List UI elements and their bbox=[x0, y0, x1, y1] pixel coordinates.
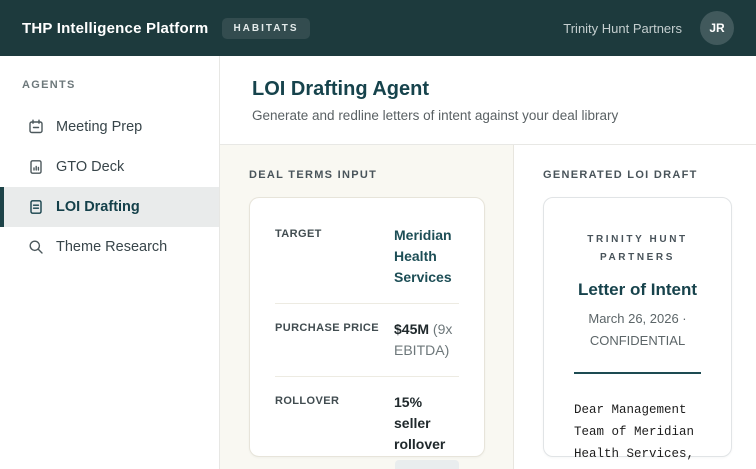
loi-draft-card: TRINITY HUNT PARTNERS Letter of Intent M… bbox=[543, 197, 732, 461]
deal-row-label: TARGET bbox=[275, 228, 322, 240]
avatar[interactable]: JR bbox=[700, 11, 734, 45]
loi-draft-panel: GENERATED LOI DRAFT TRINITY HUNT PARTNER… bbox=[514, 145, 756, 469]
loi-title: Letter of Intent bbox=[578, 280, 697, 299]
deal-terms-panel: DEAL TERMS INPUT TARGET Meridian Health … bbox=[220, 145, 514, 469]
status-badge: Standard bbox=[395, 460, 459, 469]
deal-row-label: PURCHASE PRICE bbox=[275, 322, 380, 334]
deal-row-value: $45M (9x EBITDA) bbox=[394, 319, 459, 361]
sidebar-item-label: LOI Drafting bbox=[56, 199, 140, 215]
file-chart-icon bbox=[28, 159, 44, 175]
deal-terms-panel-label: DEAL TERMS INPUT bbox=[249, 169, 378, 181]
deal-row-value: 15% seller rollover Standard bbox=[394, 392, 459, 469]
page-title: LOI Drafting Agent bbox=[252, 78, 430, 100]
sidebar-item-label: Meeting Prep bbox=[56, 119, 143, 135]
sidebar-item-loi-drafting[interactable]: LOI Drafting bbox=[0, 187, 219, 227]
sidebar-item-label: GTO Deck bbox=[56, 159, 125, 175]
loi-body-text: Dear Management Team of Meridian Health … bbox=[574, 403, 695, 461]
org-name: Trinity Hunt Partners bbox=[563, 20, 682, 36]
search-icon bbox=[28, 239, 44, 255]
sidebar-item-gto-deck[interactable]: GTO Deck bbox=[0, 147, 219, 187]
deal-value-main: 15% seller rollover bbox=[394, 394, 446, 452]
environment-badge: HABITATS bbox=[222, 17, 310, 39]
sidebar: AGENTS Meeting Prep GTO Deck LOI Draftin… bbox=[0, 56, 220, 469]
page-header: LOI Drafting Agent Generate and redline … bbox=[220, 56, 756, 144]
sidebar-item-meeting-prep[interactable]: Meeting Prep bbox=[0, 107, 219, 147]
deal-row-label: ROLLOVER bbox=[275, 395, 340, 407]
top-bar: THP Intelligence Platform HABITATS Trini… bbox=[0, 0, 756, 56]
sidebar-item-label: Theme Research bbox=[56, 239, 168, 255]
deal-row-target: TARGET Meridian Health Services bbox=[275, 225, 459, 303]
app-shell: AGENTS Meeting Prep GTO Deck LOI Draftin… bbox=[0, 56, 756, 469]
deal-terms-card: TARGET Meridian Health Services PURCHASE… bbox=[249, 197, 485, 469]
page-subtitle: Generate and redline letters of intent a… bbox=[252, 108, 619, 123]
deal-row-value: Meridian Health Services bbox=[394, 227, 452, 285]
panels: DEAL TERMS INPUT TARGET Meridian Health … bbox=[220, 144, 756, 469]
badge-wrap: Standard bbox=[394, 460, 459, 469]
deal-value-main: $45M bbox=[394, 321, 430, 337]
deal-row-rollover: ROLLOVER 15% seller rollover Standard bbox=[275, 376, 459, 469]
loi-meta: March 26, 2026 · CONFIDENTIAL bbox=[588, 311, 687, 348]
loi-draft-panel-label: GENERATED LOI DRAFT bbox=[543, 169, 698, 181]
loi-firm-name: TRINITY HUNT PARTNERS bbox=[587, 234, 688, 263]
deal-row-purchase-price: PURCHASE PRICE $45M (9x EBITDA) bbox=[275, 303, 459, 376]
sidebar-section-label: AGENTS bbox=[22, 79, 76, 91]
sidebar-item-theme-research[interactable]: Theme Research bbox=[0, 227, 219, 267]
app-title: THP Intelligence Platform bbox=[22, 19, 209, 37]
file-text-icon bbox=[28, 199, 44, 215]
calendar-icon bbox=[28, 119, 44, 135]
loi-divider bbox=[574, 372, 701, 374]
main-content: LOI Drafting Agent Generate and redline … bbox=[220, 56, 756, 469]
